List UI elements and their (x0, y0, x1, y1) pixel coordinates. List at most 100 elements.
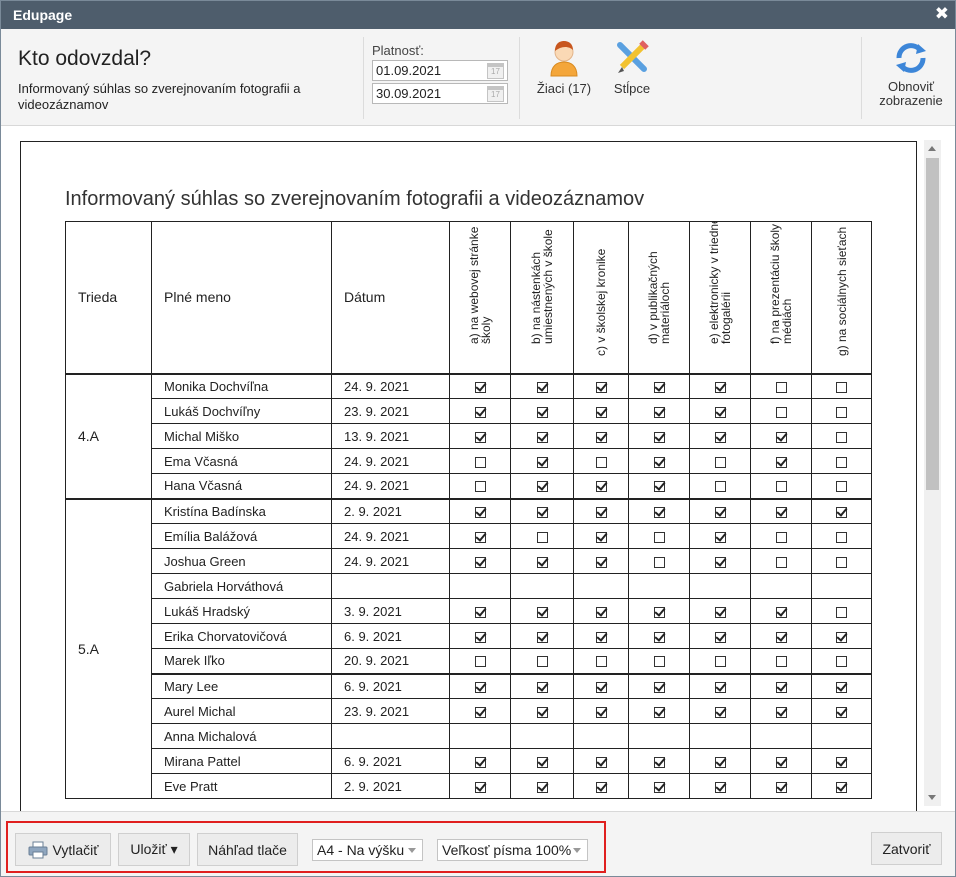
consent-cell (510, 473, 574, 499)
student-name-cell: Joshua Green (151, 548, 332, 574)
print-preview-button[interactable]: Náhľad tlače (197, 833, 298, 866)
submission-date-cell: 24. 9. 2021 (331, 372, 450, 399)
consent-cell (628, 372, 690, 399)
checked-box-icon (775, 606, 787, 618)
scroll-up-icon[interactable] (928, 146, 936, 151)
calendar-icon[interactable] (487, 63, 504, 79)
unchecked-box-icon (714, 456, 726, 468)
consent-cell (750, 698, 812, 724)
consent-cell (573, 648, 629, 674)
submission-date-cell: 6. 9. 2021 (331, 623, 450, 649)
consent-cell (750, 497, 812, 524)
student-name-cell: Michal Miško (151, 423, 332, 449)
consent-cell (689, 623, 751, 649)
consent-cell (510, 648, 574, 674)
checked-box-icon (595, 556, 607, 568)
checked-box-icon (714, 631, 726, 643)
consent-cell (750, 398, 812, 424)
student-name-cell: Marek Iľko (151, 648, 332, 674)
checked-box-icon (474, 681, 486, 693)
page-format-select[interactable]: A4 - Na výšku (312, 839, 423, 861)
checked-box-icon (836, 631, 847, 643)
print-button[interactable]: Vytlačiť (15, 833, 111, 866)
column-header-consent-a: a) na webovej stránke školy (449, 221, 511, 375)
student-name-cell: Kristína Badínska (151, 497, 332, 524)
date-to-field[interactable] (372, 83, 508, 104)
vertical-scrollbar[interactable] (924, 140, 941, 806)
table-row: Eve Pratt 2. 9. 2021 (66, 773, 872, 799)
font-size-value: Veľkosť písma 100% (442, 842, 572, 858)
consent-cell (628, 773, 690, 799)
consent-cell (689, 423, 751, 449)
column-header-consent-f: f) na prezentáciu školy v médiách (750, 221, 812, 375)
date-from-field[interactable] (372, 60, 508, 81)
student-name-cell: Hana Včasná (151, 473, 332, 499)
students-button[interactable]: Žiaci (17) (533, 39, 595, 96)
checked-box-icon (595, 531, 607, 543)
consent-cell (811, 423, 872, 449)
refresh-label-line1: Obnoviť (887, 79, 935, 94)
consent-cell (449, 473, 511, 499)
calendar-icon[interactable] (487, 86, 504, 102)
font-size-select[interactable]: Veľkosť písma 100% (437, 839, 588, 861)
divider (519, 37, 520, 119)
consent-cell (628, 672, 690, 699)
consent-cell (573, 623, 629, 649)
consent-cell (573, 548, 629, 574)
consent-cell (811, 748, 872, 774)
consent-cell (573, 473, 629, 499)
student-name-cell: Ema Včasná (151, 448, 332, 474)
consent-cell (573, 723, 629, 749)
checked-box-icon (474, 706, 486, 718)
column-header-consent-e: e) elektronicky v triednej fotogalérii (689, 221, 751, 375)
save-button[interactable]: Uložiť ▾ (118, 833, 190, 866)
checked-box-icon (653, 431, 665, 443)
consent-cell (628, 598, 690, 624)
date-from-input[interactable] (373, 61, 479, 80)
column-header-consent-d: d) v publikačných materiáloch (628, 221, 690, 375)
column-header-label: c) v školskej kronike (594, 248, 608, 357)
consent-cell (510, 423, 574, 449)
consent-cell (689, 372, 751, 399)
date-to-input[interactable] (373, 84, 479, 103)
checked-box-icon (536, 681, 548, 693)
consent-cell (510, 698, 574, 724)
consent-cell (811, 598, 872, 624)
unchecked-box-icon (536, 531, 548, 543)
chevron-down-icon (408, 848, 416, 853)
refresh-button[interactable]: Obnoviť zobrazenie (873, 39, 949, 108)
checked-box-icon (775, 781, 787, 793)
checked-box-icon (595, 381, 607, 393)
consent-cell (750, 548, 812, 574)
columns-button[interactable]: Stĺpce (605, 39, 659, 96)
preview-area[interactable]: Informovaný súhlas so zverejnovaním foto… (1, 126, 955, 821)
columns-label: Stĺpce (613, 81, 651, 96)
column-header-label: d) v publikačných materiáloch (646, 251, 672, 345)
submission-date-cell: 23. 9. 2021 (331, 398, 450, 424)
student-name-cell: Eve Pratt (151, 773, 332, 799)
consent-cell (573, 372, 629, 399)
column-header-name: Plné meno (151, 221, 332, 375)
scrollbar-thumb[interactable] (926, 158, 939, 490)
unchecked-box-icon (775, 531, 787, 543)
close-icon[interactable]: ✖ (935, 4, 949, 24)
student-name-cell: Gabriela Horváthová (151, 573, 332, 599)
unchecked-box-icon (836, 406, 847, 418)
consent-cell (750, 423, 812, 449)
class-cell: 4.A (65, 372, 152, 499)
consent-cell (449, 573, 511, 599)
column-header-consent-g: g) na sociálnych sieťach (811, 221, 872, 375)
checked-box-icon (474, 756, 486, 768)
consent-cell (449, 672, 511, 699)
checked-box-icon (474, 431, 486, 443)
checked-box-icon (714, 756, 726, 768)
close-button[interactable]: Zatvoriť (871, 832, 942, 865)
refresh-label-line2: zobrazenie (879, 93, 943, 108)
scroll-down-icon[interactable] (928, 795, 936, 800)
columns-icon (617, 40, 649, 73)
column-header-consent-b: b) na nástenkách umiestnených v škole (510, 221, 574, 375)
checked-box-icon (536, 481, 548, 493)
consent-cell (628, 698, 690, 724)
submission-date-cell: 24. 9. 2021 (331, 523, 450, 549)
unchecked-box-icon (474, 656, 486, 668)
